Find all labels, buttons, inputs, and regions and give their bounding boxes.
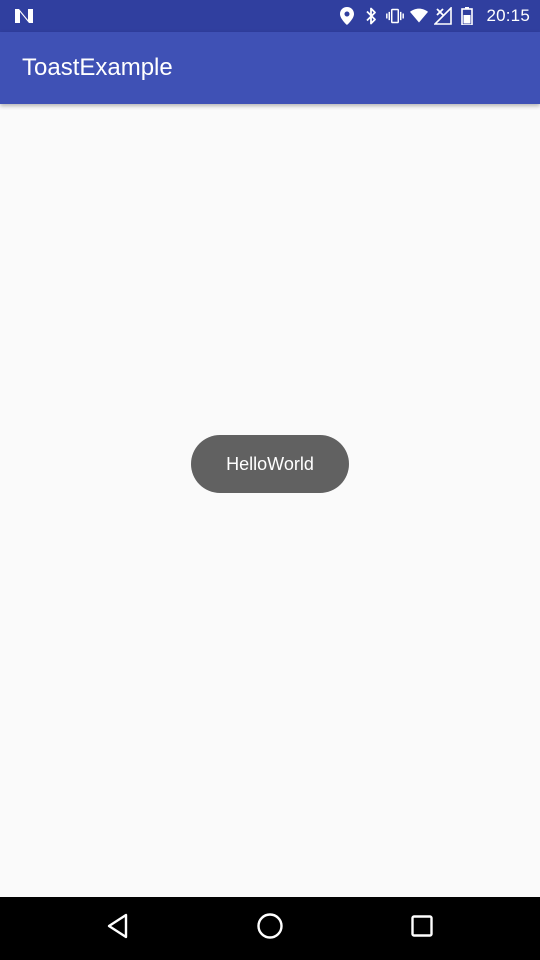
bluetooth-icon xyxy=(362,7,380,25)
status-time: 20:15 xyxy=(486,6,530,25)
app-bar: ToastExample xyxy=(0,32,540,104)
toast-text: HelloWorld xyxy=(226,453,314,474)
navigation-bar xyxy=(0,897,540,960)
back-button[interactable] xyxy=(78,897,158,960)
signal-no-data-icon xyxy=(434,7,453,25)
status-icons: 20:15 xyxy=(338,0,530,32)
battery-icon xyxy=(458,7,476,25)
notification-n-icon xyxy=(14,7,34,25)
back-icon xyxy=(106,913,130,944)
recents-icon xyxy=(410,914,434,943)
vibrate-icon xyxy=(386,7,405,25)
home-button[interactable] xyxy=(230,897,310,960)
main-content xyxy=(0,104,540,897)
home-icon xyxy=(256,912,284,945)
toast-message: HelloWorld xyxy=(191,435,349,493)
recents-button[interactable] xyxy=(382,897,462,960)
status-bar: 20:15 xyxy=(0,0,540,32)
app-title: ToastExample xyxy=(22,54,173,81)
wifi-icon xyxy=(410,7,429,25)
android-screen: 20:15 ToastExample HelloWorld xyxy=(0,0,540,960)
location-icon xyxy=(338,7,356,25)
